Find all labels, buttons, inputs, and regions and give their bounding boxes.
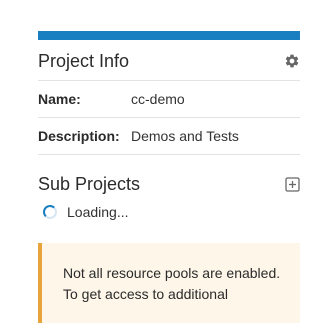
accent-bar bbox=[38, 31, 300, 40]
gear-icon[interactable] bbox=[284, 53, 300, 69]
name-row: Name: cc-demo bbox=[38, 91, 300, 109]
name-value: cc-demo bbox=[131, 91, 185, 107]
loading-text: Loading... bbox=[67, 204, 129, 220]
sub-projects-title: Sub Projects bbox=[38, 173, 141, 194]
sub-projects-header: Sub Projects bbox=[38, 173, 300, 195]
description-label: Description: bbox=[38, 128, 120, 144]
name-label: Name: bbox=[38, 91, 81, 107]
add-box-icon[interactable] bbox=[284, 176, 300, 192]
loading-indicator: Loading... bbox=[43, 204, 129, 220]
project-panel: Project Info Name: cc-demo Description: … bbox=[38, 0, 300, 323]
divider bbox=[38, 80, 300, 81]
description-value: Demos and Tests bbox=[131, 128, 239, 144]
project-info-header: Project Info bbox=[38, 50, 300, 72]
description-row: Description: Demos and Tests bbox=[38, 128, 300, 146]
divider bbox=[38, 154, 300, 155]
alert-line: To get access to additional bbox=[63, 286, 228, 302]
divider bbox=[38, 117, 300, 118]
project-info-title: Project Info bbox=[38, 50, 130, 71]
resource-pools-alert: Not all resource pools are enabled. To g… bbox=[38, 243, 300, 323]
alert-line: Not all resource pools are enabled. bbox=[63, 265, 281, 281]
spinner-icon bbox=[43, 205, 57, 219]
alert-text: Not all resource pools are enabled. To g… bbox=[63, 263, 298, 305]
